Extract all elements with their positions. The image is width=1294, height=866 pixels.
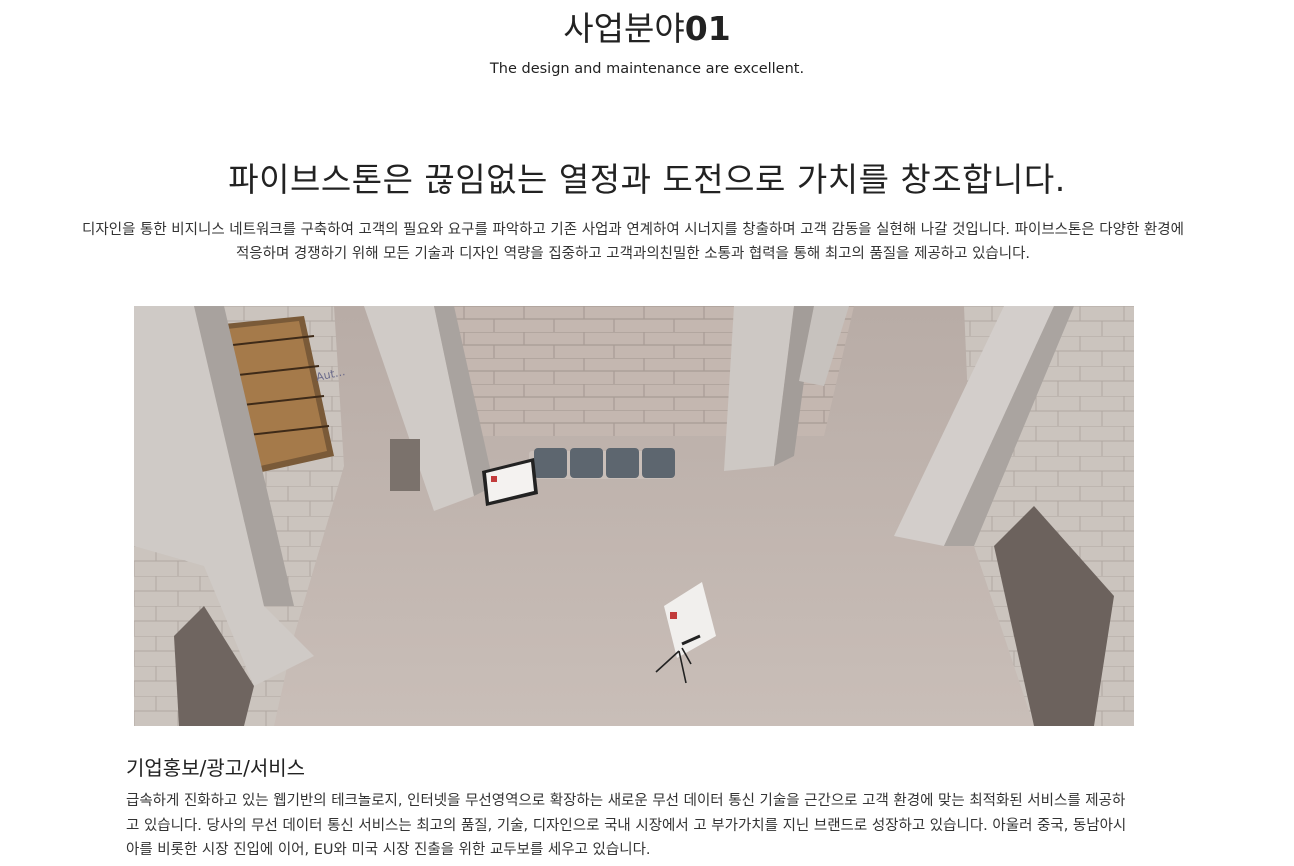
page-title-text: 사업분야 — [563, 9, 685, 48]
page-title: 사업분야01 — [0, 8, 1294, 50]
title-block: 사업분야01 The design and maintenance are ex… — [0, 8, 1294, 79]
intro-paragraph: 디자인을 통한 비지니스 네트워크를 구축하여 고객의 필요와 요구를 파악하고… — [82, 222, 1184, 262]
hero-image: Aut... — [134, 306, 1134, 726]
page: 사업분야01 The design and maintenance are ex… — [0, 0, 1294, 866]
intro-headline: 파이브스톤은 끊임없는 열정과 도전으로 가치를 창조합니다. — [228, 160, 1066, 199]
atrium-photo: Aut... — [134, 306, 1134, 726]
section-title: 기업홍보/광고/서비스 — [126, 756, 306, 780]
page-title-number: 01 — [684, 9, 731, 48]
section-body: 급속하게 진화하고 있는 웹기반의 테크놀로지, 인터넷을 무선영역으로 확장하… — [126, 793, 1127, 858]
page-subtitle: The design and maintenance are excellent… — [489, 61, 805, 77]
